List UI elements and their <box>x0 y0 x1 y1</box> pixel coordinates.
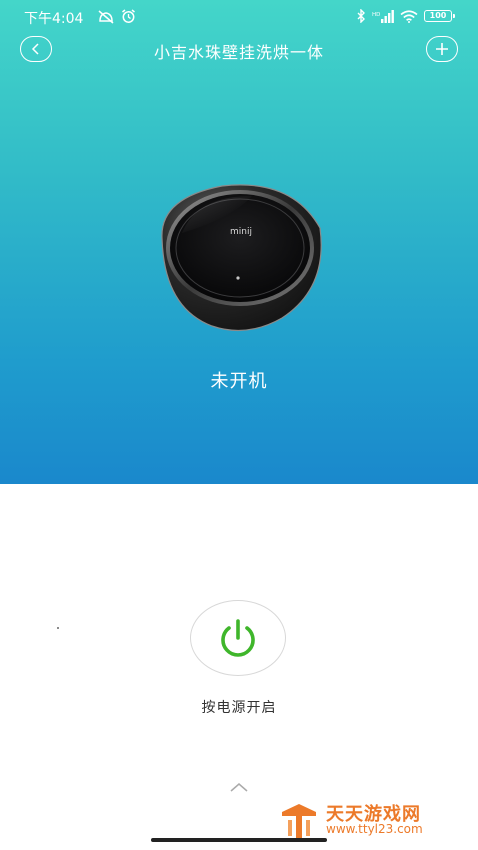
power-button[interactable] <box>190 600 286 676</box>
device-image: minij <box>161 184 322 332</box>
page-title: 小吉水珠壁挂洗烘一体 <box>153 43 324 62</box>
back-button[interactable] <box>20 36 52 62</box>
plus-icon <box>436 43 448 55</box>
notification-off-icon <box>98 9 114 24</box>
status-time: 下午4:04 <box>24 11 84 27</box>
status-right-icons: HD 100 <box>356 9 455 23</box>
watermark: 天天游戏网 www.ttyl23.com <box>278 800 468 842</box>
wifi-icon <box>400 9 418 23</box>
add-button[interactable] <box>426 36 458 62</box>
cellular-signal-icon: HD <box>372 9 394 23</box>
site-logo-icon <box>282 804 316 838</box>
watermark-url: www.ttyl23.com <box>326 822 423 836</box>
device-status: 未开机 <box>210 371 268 392</box>
power-label: 按电源开启 <box>201 700 277 716</box>
chevron-left-icon <box>31 43 39 55</box>
svg-text:HD: HD <box>372 12 380 18</box>
battery-indicator: 100 <box>424 10 455 22</box>
app-screen: 下午4:04 HD 100 小吉水珠壁挂洗烘一体 minij 未开机 按电源开启… <box>0 0 478 850</box>
alarm-icon <box>122 9 135 23</box>
device-brand-text: minij <box>230 227 252 237</box>
top-nav: 小吉水珠壁挂洗烘一体 <box>0 34 478 66</box>
status-bar: 下午4:04 HD 100 <box>0 0 478 34</box>
home-indicator[interactable] <box>151 838 327 842</box>
hero-panel: 下午4:04 HD 100 小吉水珠壁挂洗烘一体 minij 未开机 <box>0 0 478 484</box>
power-icon <box>221 619 255 657</box>
chevron-up-icon[interactable] <box>229 782 249 792</box>
decorative-dot <box>57 627 59 629</box>
status-left-icons <box>97 9 136 24</box>
bluetooth-icon <box>357 9 365 23</box>
